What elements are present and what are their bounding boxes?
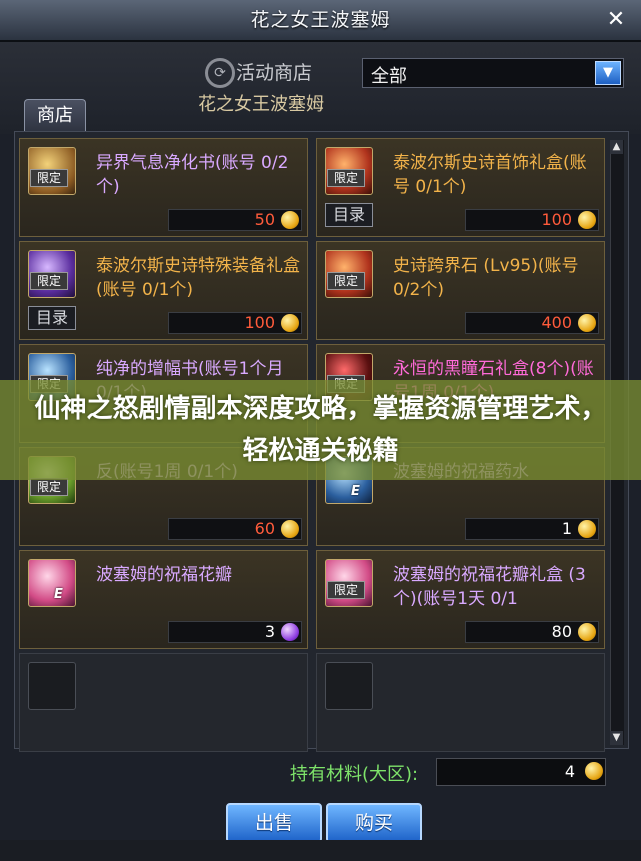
materials-label: 持有材料(大区): [290,764,419,785]
limited-badge: 限定 [327,169,365,187]
limited-badge: 限定 [327,581,365,599]
empty-item-slot [316,653,605,752]
item-name: 波塞姆的祝福花瓣礼盒 (3个)(账号1天 0/1 [393,565,586,609]
shop-name: 花之女王波塞姆 [198,94,324,115]
item-card[interactable]: 限定 异界气息净化书(账号 0/2个) 50 [19,138,308,237]
gold-coin-icon [281,520,299,538]
item-price: 100 [541,210,572,229]
gold-coin-icon [585,762,603,780]
gold-coin-icon [578,623,596,641]
materials-value: 4 [564,762,575,781]
price-box: 3 [168,621,302,643]
item-name: 史诗跨界石 (Lv95)(账号 0/2个) [393,256,579,300]
item-card[interactable]: 限定 泰波尔斯史诗首饰礼盒(账号 0/1个) 目录 100 [316,138,605,237]
item-name: 异界气息净化书(账号 0/2个) [96,153,289,197]
catalog-button[interactable]: 目录 [325,203,373,227]
price-box: 80 [465,621,599,643]
limited-badge: 限定 [327,272,365,290]
buy-button[interactable]: 购买 [326,803,422,843]
price-box: 1 [465,518,599,540]
item-card[interactable]: 限定 波塞姆的祝福花瓣礼盒 (3个)(账号1天 0/1 80 [316,550,605,649]
item-price: 60 [254,519,275,538]
price-box: 100 [168,312,302,334]
limited-badge: 限定 [30,272,68,290]
scroll-up-icon[interactable]: ▲ [610,140,623,154]
tab-shop[interactable]: 商店 [24,99,86,132]
shop-header [0,42,641,134]
filter-dropdown[interactable]: 全部 ▼ [362,58,624,88]
e-badge: E [351,484,360,499]
gold-coin-icon [281,314,299,332]
item-price: 50 [254,210,275,229]
purple-coin-icon [281,623,299,641]
gold-coin-icon [578,211,596,229]
item-price: 1 [561,519,572,538]
limited-badge: 限定 [30,478,68,496]
item-name: 泰波尔斯史诗首饰礼盒(账号 0/1个) [393,153,587,197]
item-price: 3 [264,622,275,641]
price-box: 50 [168,209,302,231]
bottom-hotbar [0,840,641,861]
price-box: 100 [465,209,599,231]
item-card[interactable]: 限定 泰波尔斯史诗特殊装备礼盒(账号 0/1个) 目录 100 [19,241,308,340]
chevron-down-icon[interactable]: ▼ [595,61,621,85]
limited-badge: 限定 [30,169,68,187]
scroll-down-icon[interactable]: ▼ [610,731,623,745]
refresh-icon: ⟳ [205,58,235,88]
shop-subtitle: 活动商店 [236,62,313,84]
filter-selected-value: 全部 [371,66,407,87]
item-name: 泰波尔斯史诗特殊装备礼盒(账号 0/1个) [96,256,300,300]
item-name: 波塞姆的祝福花瓣 [96,565,232,585]
empty-icon-slot [325,662,373,710]
price-box: 60 [168,518,302,540]
item-card[interactable]: E 波塞姆的祝福花瓣 3 [19,550,308,649]
catalog-button[interactable]: 目录 [28,306,76,330]
e-badge: E [54,587,63,602]
window-title: 花之女王波塞姆 [250,9,391,31]
gold-coin-icon [578,520,596,538]
gold-coin-icon [578,314,596,332]
empty-icon-slot [28,662,76,710]
item-price: 80 [551,622,572,641]
gold-coin-icon [281,211,299,229]
price-box: 400 [465,312,599,334]
item-icon [28,559,76,607]
materials-box: 4 [436,758,606,786]
close-icon[interactable]: ✕ [604,9,628,31]
item-price: 100 [244,313,275,332]
empty-item-slot [19,653,308,752]
item-price: 400 [541,313,572,332]
sell-button[interactable]: 出售 [226,803,322,843]
item-card[interactable]: 限定 史诗跨界石 (Lv95)(账号 0/2个) 400 [316,241,605,340]
banner-title: 仙神之怒剧情副本深度攻略，掌握资源管理艺术，轻松通关秘籍 [34,394,607,466]
